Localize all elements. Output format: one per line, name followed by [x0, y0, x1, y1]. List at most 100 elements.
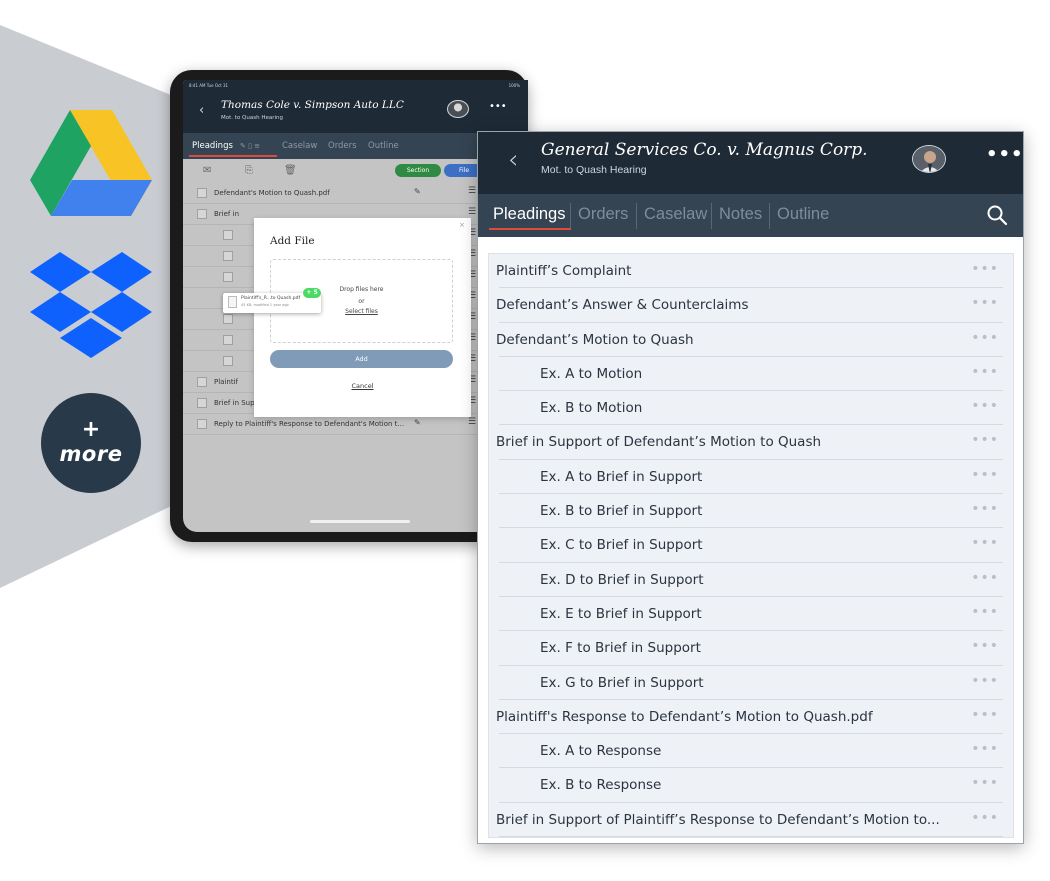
row-label: Ex. B to Brief in Support: [540, 503, 703, 520]
row-more-icon[interactable]: •••: [971, 261, 999, 277]
add-file-modal: Add File × Drop files here or Select fil…: [254, 218, 471, 417]
dragged-file-meta: 45 KB, modified 1 year ago: [241, 303, 289, 307]
row-more-icon[interactable]: •••: [971, 673, 999, 689]
panel-body: Plaintiff’s Complaint ••• Defendant’s Answ…: [478, 237, 1023, 843]
row-checkbox[interactable]: [223, 335, 233, 345]
list-item[interactable]: Ex. A to Brief in Support •••: [499, 460, 1003, 495]
row-label: Ex. A to Brief in Support: [540, 468, 703, 485]
ipad-case-subtitle: Mot. to Quash Hearing: [221, 115, 283, 121]
more-label: more: [59, 442, 123, 466]
row-checkbox[interactable]: [197, 209, 207, 219]
list-item[interactable]: Ex. G to Brief in Support •••: [499, 666, 1003, 700]
more-icon[interactable]: •••: [986, 144, 1023, 165]
row-checkbox[interactable]: [197, 419, 207, 429]
row-more-icon[interactable]: •••: [971, 295, 999, 311]
list-item[interactable]: Ex. D to Brief in Support •••: [499, 563, 1003, 597]
case-panel: ‹ General Services Co. v. Magnus Corp. M…: [477, 131, 1024, 844]
copy-icon[interactable]: ⎘: [245, 165, 253, 176]
avatar[interactable]: [912, 145, 946, 173]
list-item[interactable]: Ex. B to Motion •••: [499, 391, 1003, 426]
tab-pleadings[interactable]: Pleadings: [192, 141, 233, 151]
dragged-file-chip[interactable]: Plaintiff's_R...to Quash.pdf 45 KB, modi…: [223, 288, 321, 313]
row-more-icon[interactable]: •••: [971, 535, 999, 551]
row-label: Ex. D to Brief in Support: [540, 571, 704, 588]
row-label: Defendant's Motion to Quash.pdf: [214, 189, 330, 197]
mail-icon[interactable]: ✉: [203, 165, 211, 176]
modal-title: Add File: [270, 235, 315, 247]
row-more-icon[interactable]: •••: [971, 741, 999, 757]
active-tab-indicator: [489, 228, 571, 230]
add-section-button[interactable]: Section: [395, 164, 441, 177]
back-icon[interactable]: ‹: [199, 103, 204, 118]
row-more-icon[interactable]: •••: [971, 775, 999, 791]
row-more-icon[interactable]: •••: [971, 604, 999, 620]
row-more-icon[interactable]: •••: [971, 638, 999, 654]
row-label: Plaintiff's Response to Defendant’s Moti…: [496, 708, 873, 725]
cancel-button[interactable]: Cancel: [254, 382, 471, 390]
avatar-photo-icon: [913, 146, 945, 172]
row-more-icon[interactable]: •••: [971, 501, 999, 517]
row-more-icon[interactable]: •••: [971, 570, 999, 586]
case-title: General Services Co. v. Magnus Corp.: [541, 140, 868, 160]
list-item[interactable]: Ex. E to Brief in Support •••: [499, 597, 1003, 632]
file-count-badge: + 5: [303, 288, 321, 298]
trash-icon[interactable]: 🗑: [284, 165, 297, 176]
row-checkbox[interactable]: [223, 314, 233, 324]
google-drive-icon[interactable]: [30, 110, 152, 216]
list-item[interactable]: Ex. B to Brief in Support •••: [499, 494, 1003, 529]
list-item[interactable]: Defendant’s Motion to Quash •••: [496, 323, 1003, 357]
list-item[interactable]: Ex. A to Response •••: [499, 734, 1003, 769]
list-item[interactable]: Plaintiff's Response to Defendant’s Moti…: [496, 700, 1003, 735]
tab-outline[interactable]: Outline: [368, 141, 399, 151]
document-icon: [228, 296, 237, 308]
list-item[interactable]: Ex. F to Brief in Support •••: [499, 631, 1003, 666]
more-integrations-button[interactable]: + more: [41, 393, 141, 493]
drag-handle-icon[interactable]: ☰: [468, 186, 476, 196]
drag-handle-icon[interactable]: ☰: [468, 207, 476, 217]
edit-icon[interactable]: ✎ ▯ ≡: [240, 142, 260, 150]
list-item[interactable]: Brief in Support of Plaintiff’s Response…: [496, 803, 1003, 838]
list-item[interactable]: Brief in Support of Defendant’s Motion t…: [496, 425, 1003, 460]
tab-notes[interactable]: Notes: [719, 205, 762, 224]
row-more-icon[interactable]: •••: [971, 707, 999, 723]
more-icon[interactable]: •••: [489, 101, 507, 112]
row-checkbox[interactable]: [197, 188, 207, 198]
tab-orders[interactable]: Orders: [578, 205, 628, 224]
dragged-file-name: Plaintiff's_R...to Quash.pdf: [241, 296, 301, 301]
row-more-icon[interactable]: •••: [971, 810, 999, 826]
row-checkbox[interactable]: [223, 251, 233, 261]
row-label: Ex. A to Motion: [540, 365, 643, 382]
edit-icon[interactable]: ✎: [414, 187, 421, 196]
row-more-icon[interactable]: •••: [971, 330, 999, 346]
tab-caselaw[interactable]: Caselaw: [282, 141, 317, 151]
row-more-icon[interactable]: •••: [971, 398, 999, 414]
row-checkbox[interactable]: [223, 230, 233, 240]
tab-outline[interactable]: Outline: [777, 205, 829, 224]
list-item[interactable]: Plaintiff’s Complaint •••: [496, 254, 1003, 289]
row-more-icon[interactable]: •••: [971, 364, 999, 380]
search-icon[interactable]: [986, 204, 1008, 226]
avatar[interactable]: [447, 100, 469, 118]
list-item[interactable]: Ex. B to Response •••: [499, 768, 1003, 803]
list-item[interactable]: Ex. A to Motion •••: [499, 357, 1003, 392]
dropbox-icon[interactable]: [30, 252, 152, 358]
row-checkbox[interactable]: [197, 398, 207, 408]
row-checkbox[interactable]: [223, 356, 233, 366]
row-label: Ex. G to Brief in Support: [540, 674, 704, 691]
add-button[interactable]: Add: [270, 350, 453, 368]
drag-handle-icon[interactable]: ☰: [468, 417, 476, 427]
row-checkbox[interactable]: [197, 377, 207, 387]
panel-header: ‹ General Services Co. v. Magnus Corp. M…: [478, 132, 1023, 194]
list-item[interactable]: Defendant’s Answer & Counterclaims •••: [496, 288, 1003, 323]
tab-orders[interactable]: Orders: [328, 141, 357, 151]
edit-icon[interactable]: ✎: [414, 418, 421, 427]
close-icon[interactable]: ×: [459, 221, 465, 229]
row-checkbox[interactable]: [223, 272, 233, 282]
home-indicator: [310, 520, 410, 523]
tab-caselaw[interactable]: Caselaw: [644, 205, 707, 224]
row-more-icon[interactable]: •••: [971, 432, 999, 448]
tab-pleadings[interactable]: Pleadings: [493, 205, 565, 224]
back-icon[interactable]: ‹: [508, 140, 518, 180]
row-more-icon[interactable]: •••: [971, 467, 999, 483]
list-item[interactable]: Ex. C to Brief in Support •••: [499, 528, 1003, 563]
